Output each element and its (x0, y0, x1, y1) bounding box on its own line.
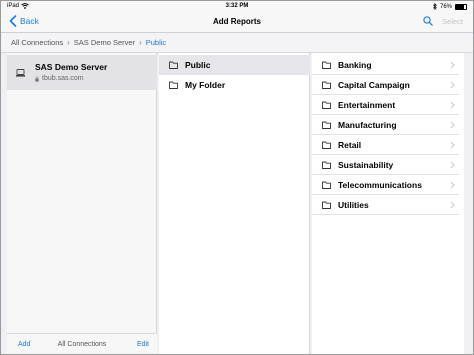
subfolder-label: Sustainability (338, 159, 394, 170)
breadcrumb-current: Public (145, 38, 167, 47)
subfolder-label: Banking (338, 59, 372, 70)
folder-icon (322, 201, 331, 209)
edit-button[interactable]: Edit (137, 341, 149, 348)
back-chevron-icon (9, 15, 17, 27)
server-host-row: tbub.sas.com (35, 75, 84, 82)
subfolder-item[interactable]: Manufacturing (312, 115, 459, 135)
chevron-right-icon (450, 81, 455, 89)
folders-column: Public My Folder (159, 53, 310, 354)
chevron-right-icon (450, 181, 455, 189)
connections-footer: Add All Connections Edit (7, 333, 157, 354)
server-host: tbub.sas.com (42, 75, 84, 82)
battery-icon (455, 3, 467, 10)
subfolder-item[interactable]: Retail (312, 135, 459, 155)
battery-fill (456, 4, 464, 9)
chevron-right-icon (450, 101, 455, 109)
folder-icon (322, 141, 331, 149)
select-button[interactable]: Select (442, 17, 463, 26)
subfolder-label: Utilities (338, 199, 369, 210)
breadcrumb: All Connections › SAS Demo Server › Publ… (1, 33, 473, 53)
subfolder-label: Manufacturing (338, 119, 397, 130)
footer-title: All Connections (57, 341, 107, 348)
page-title: Add Reports (213, 17, 261, 26)
chevron-right-icon (450, 141, 455, 149)
back-button[interactable]: Back (9, 15, 39, 27)
folder-icon (322, 81, 331, 89)
status-right: 76% (433, 3, 467, 10)
folder-icon (322, 61, 331, 69)
folder-label: Public (185, 60, 211, 70)
subfolder-label: Entertainment (338, 99, 396, 110)
folder-icon (322, 161, 331, 169)
folder-icon (169, 61, 178, 69)
status-bar: iPad 3:32 PM 76% (1, 1, 473, 12)
server-name: SAS Demo Server (35, 62, 108, 72)
subfolder-item[interactable]: Telecommunications (312, 175, 459, 195)
back-label: Back (20, 16, 39, 26)
bluetooth-icon (433, 3, 437, 10)
breadcrumb-server[interactable]: SAS Demo Server (74, 38, 135, 47)
server-item[interactable]: SAS Demo Server tbub.sas.com (7, 55, 157, 90)
navigation-bar: Back Add Reports Select (1, 12, 473, 33)
subfolder-item[interactable]: Capital Campaign (312, 75, 459, 95)
server-icon (16, 69, 25, 77)
subfolder-label: Capital Campaign (338, 79, 410, 90)
breadcrumb-all-connections[interactable]: All Connections (11, 38, 63, 47)
folder-icon (169, 81, 178, 89)
folder-item-public[interactable]: Public (159, 55, 310, 75)
folder-icon (322, 101, 331, 109)
chevron-right-icon (450, 121, 455, 129)
search-button[interactable] (423, 16, 433, 26)
subfolder-label: Telecommunications (338, 179, 422, 190)
battery-percent: 76% (439, 3, 452, 10)
search-icon (423, 16, 433, 26)
chevron-right-icon (450, 61, 455, 69)
breadcrumb-separator: › (67, 38, 70, 47)
folder-icon (322, 121, 331, 129)
subfolders-column: Banking Capital Campaign Entertainment M… (312, 53, 464, 354)
subfolder-item[interactable]: Banking (312, 55, 459, 75)
chevron-right-icon (450, 201, 455, 209)
app-window: iPad 3:32 PM 76% Back Add Reports Select… (0, 0, 474, 355)
folder-item-my-folder[interactable]: My Folder (159, 75, 310, 95)
subfolder-item[interactable]: Entertainment (312, 95, 459, 115)
lock-icon (35, 76, 39, 82)
connections-column: SAS Demo Server tbub.sas.com Add All Con… (7, 53, 157, 354)
breadcrumb-separator: › (139, 38, 142, 47)
folder-icon (322, 181, 331, 189)
subfolder-item[interactable]: Sustainability (312, 155, 459, 175)
subfolder-label: Retail (338, 139, 362, 150)
chevron-right-icon (450, 161, 455, 169)
subfolder-item[interactable]: Utilities (312, 195, 459, 215)
nav-actions: Select (423, 16, 463, 26)
status-time: 3:32 PM (225, 3, 249, 9)
folder-label: My Folder (185, 80, 226, 90)
